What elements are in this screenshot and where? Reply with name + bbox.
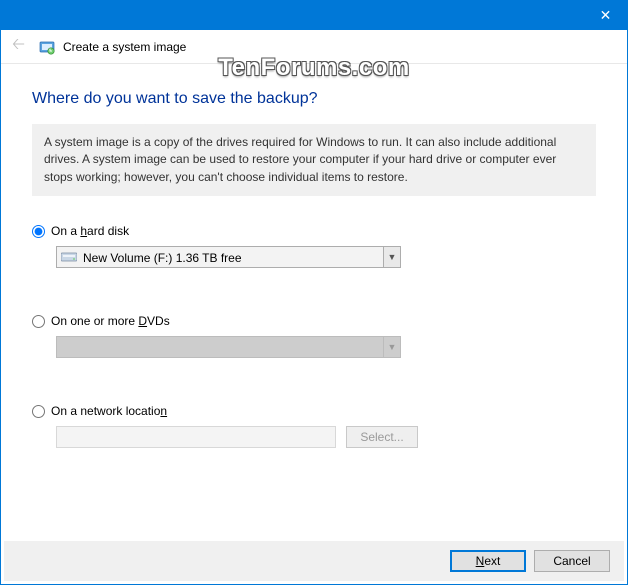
next-button[interactable]: Next <box>450 550 526 572</box>
radio-network[interactable]: On a network location <box>32 404 596 418</box>
disk-icon <box>61 251 77 263</box>
cancel-button[interactable]: Cancel <box>534 550 610 572</box>
option-network: On a network location Select... <box>32 404 596 448</box>
option-hard-disk: On a hard disk New Volume (F:) 1.36 TB f… <box>32 224 596 268</box>
page-heading: Where do you want to save the backup? <box>32 90 596 108</box>
radio-network-label: On a network location <box>51 404 167 418</box>
close-button[interactable]: ✕ <box>583 0 628 30</box>
dvds-dropdown-value <box>57 347 383 348</box>
network-select-button: Select... <box>346 426 418 448</box>
radio-dvds[interactable]: On one or more DVDs <box>32 314 596 328</box>
chevron-down-icon[interactable]: ▼ <box>383 247 400 267</box>
hard-disk-dropdown[interactable]: New Volume (F:) 1.36 TB free ▼ <box>56 246 401 268</box>
radio-dvds-input[interactable] <box>32 315 45 328</box>
radio-hard-disk-input[interactable] <box>32 225 45 238</box>
header-bar: 🡠 Create a system image <box>0 30 628 64</box>
hard-disk-dropdown-value: New Volume (F:) 1.36 TB free <box>83 250 383 265</box>
dvds-dropdown: ▼ <box>56 336 401 358</box>
chevron-down-icon-disabled: ▼ <box>383 337 400 357</box>
close-icon: ✕ <box>600 7 612 24</box>
network-path-input <box>56 426 336 448</box>
app-icon <box>39 39 55 55</box>
radio-network-input[interactable] <box>32 405 45 418</box>
content-area: Where do you want to save the backup? A … <box>0 64 628 448</box>
window-titlebar: ✕ <box>0 0 628 30</box>
footer-bar: Next Cancel <box>4 541 624 581</box>
radio-hard-disk[interactable]: On a hard disk <box>32 224 596 238</box>
info-box: A system image is a copy of the drives r… <box>32 124 596 196</box>
option-dvds: On one or more DVDs ▼ <box>32 314 596 358</box>
back-arrow-icon: 🡠 <box>12 33 25 60</box>
app-title: Create a system image <box>63 40 186 54</box>
radio-dvds-label: On one or more DVDs <box>51 314 170 328</box>
radio-hard-disk-label: On a hard disk <box>51 224 129 238</box>
